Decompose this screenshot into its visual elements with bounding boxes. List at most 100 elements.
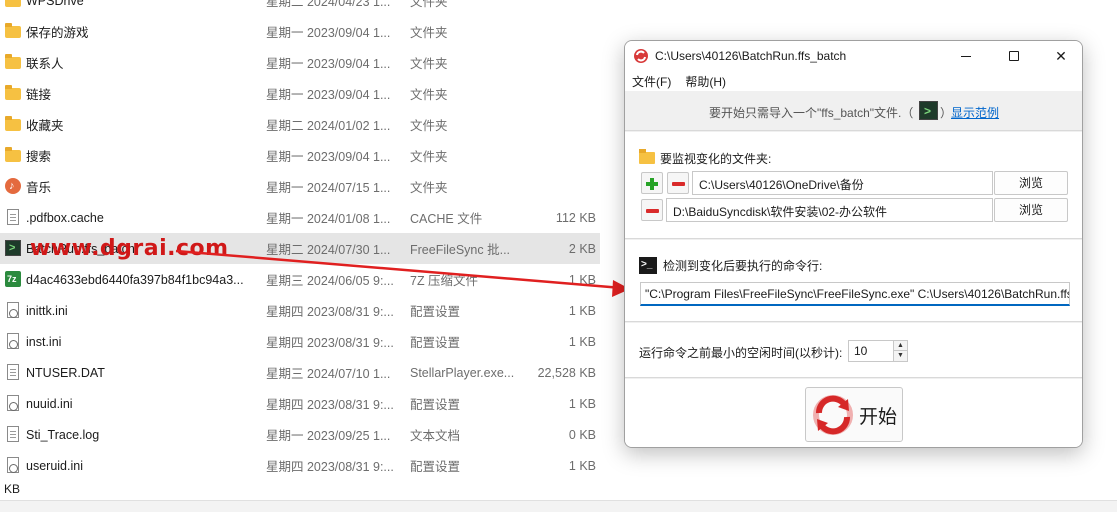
ini-icon <box>7 333 19 349</box>
idle-time-value[interactable]: 10 <box>854 344 867 358</box>
file-row[interactable]: useruid.ini 星期四 2023/08/31 9:... 配置设置 1 KB <box>0 450 600 481</box>
file-row[interactable]: 搜索 星期一 2023/09/04 1... 文件夹 <box>0 140 600 171</box>
file-size: 2 KB <box>568 241 596 256</box>
file-date: 星期二 2024/04/23 1... <box>266 0 391 9</box>
file-date: 星期一 2023/09/04 1... <box>266 88 391 102</box>
file-row[interactable]: inst.ini 星期四 2023/08/31 9:... 配置设置 1 KB <box>0 326 600 357</box>
file-type: 7Z 压缩文件 <box>410 274 479 288</box>
file-name: 链接 <box>26 88 52 102</box>
file-name: d4ac4633ebd6440fa397b84f1bc94a3... <box>26 272 244 287</box>
menu-bar: 文件(F) 帮助(H) <box>625 71 1082 91</box>
browse-button-1[interactable]: 浏览 <box>994 171 1068 195</box>
command-section: 检测到变化后要执行的命令行: "C:\Program Files\FreeFil… <box>625 240 1082 322</box>
status-bar: KB <box>4 482 21 496</box>
idle-section: 运行命令之前最小的空闲时间(以秒计): 10 ▲ ▼ <box>625 323 1082 378</box>
file-type: 文件夹 <box>410 150 448 164</box>
ini-icon <box>7 395 19 411</box>
add-folder-button[interactable] <box>641 172 663 194</box>
doc-icon <box>7 209 19 225</box>
file-row[interactable]: .pdfbox.cache 星期一 2024/01/08 1... CACHE 文件… <box>0 202 600 233</box>
terminal-icon <box>639 257 657 274</box>
start-section: 开始 <box>625 379 1082 447</box>
idle-time-label: 运行命令之前最小的空闲时间(以秒计): <box>639 346 843 360</box>
file-name: Sti_Trace.log <box>26 427 100 442</box>
file-name: nuuid.ini <box>26 396 73 411</box>
spin-up-icon[interactable]: ▲ <box>893 341 907 351</box>
doc-icon <box>7 426 19 442</box>
realtimesync-dialog: C:\Users\40126\BatchRun.ffs_batch ✕ 文件(F… <box>624 40 1083 448</box>
file-date: 星期三 2024/06/05 9:... <box>266 274 394 288</box>
menu-help[interactable]: 帮助(H) <box>678 71 733 91</box>
folder-icon <box>639 149 655 164</box>
file-type: FreeFileSync 批... <box>410 243 511 257</box>
file-row[interactable]: inittk.ini 星期四 2023/08/31 9:... 配置设置 1 KB <box>0 295 600 326</box>
file-date: 星期二 2024/01/02 1... <box>266 119 391 133</box>
file-date: 星期四 2023/08/31 9:... <box>266 305 394 319</box>
folder-path-input-1[interactable]: C:\Users\40126\OneDrive\备份 <box>692 171 993 195</box>
file-name: 搜索 <box>26 150 52 164</box>
file-date: 星期四 2023/08/31 9:... <box>266 460 394 474</box>
file-name: inst.ini <box>26 334 62 349</box>
batch-file-icon <box>919 101 938 120</box>
browse-button-2[interactable]: 浏览 <box>994 198 1068 222</box>
ini-icon <box>7 302 19 318</box>
file-date: 星期一 2024/01/08 1... <box>266 212 391 226</box>
file-name: NTUSER.DAT <box>26 365 105 380</box>
folder-icon <box>5 54 21 69</box>
file-row[interactable]: nuuid.ini 星期四 2023/08/31 9:... 配置设置 1 KB <box>0 388 600 419</box>
file-row[interactable]: 音乐 星期一 2024/07/15 1... 文件夹 <box>0 171 600 202</box>
idle-time-spinner[interactable]: 10 ▲ ▼ <box>848 340 908 362</box>
file-date: 星期一 2023/09/25 1... <box>266 429 391 443</box>
file-row[interactable]: d4ac4633ebd6440fa397b84f1bc94a3... 星期三 20… <box>0 264 600 295</box>
music-icon <box>5 178 21 194</box>
spin-down-icon[interactable]: ▼ <box>893 351 907 361</box>
file-date: 星期四 2023/08/31 9:... <box>266 398 394 412</box>
maximize-button[interactable] <box>991 41 1037 71</box>
title-bar: C:\Users\40126\BatchRun.ffs_batch ✕ <box>625 41 1082 71</box>
command-label: 检测到变化后要执行的命令行: <box>639 257 822 274</box>
file-date: 星期三 2024/07/10 1... <box>266 367 391 381</box>
bottom-border <box>0 500 1117 512</box>
command-input[interactable]: "C:\Program Files\FreeFileSync\FreeFileS… <box>640 282 1070 306</box>
file-name: inittk.ini <box>26 303 68 318</box>
ini-icon <box>7 457 19 473</box>
menu-file[interactable]: 文件(F) <box>625 71 678 91</box>
folder-path-input-2[interactable]: D:\BaiduSyncdisk\软件安装\02-办公软件 <box>666 198 993 222</box>
file-row[interactable]: 收藏夹 星期二 2024/01/02 1... 文件夹 <box>0 109 600 140</box>
file-row[interactable]: WPSDrive 星期二 2024/04/23 1... 文件夹 <box>0 0 600 16</box>
file-size: 1 KB <box>568 334 596 349</box>
file-type: 配置设置 <box>410 305 461 319</box>
file-row[interactable]: 保存的游戏 星期一 2023/09/04 1... 文件夹 <box>0 16 600 47</box>
file-name: 联系人 <box>26 57 64 71</box>
file-row[interactable]: 联系人 星期一 2023/09/04 1... 文件夹 <box>0 47 600 78</box>
remove-folder-button-2[interactable] <box>641 199 663 221</box>
file-type: 文本文档 <box>410 429 461 443</box>
show-example-link[interactable]: 显示范例 <box>951 104 999 121</box>
file-size: 22,528 KB <box>537 365 596 380</box>
file-name: 收藏夹 <box>26 119 64 133</box>
file-type: 文件夹 <box>410 181 448 195</box>
file-row[interactable]: Sti_Trace.log 星期一 2023/09/25 1... 文本文档 0 KB <box>0 419 600 450</box>
command-label-text: 检测到变化后要执行的命令行: <box>663 259 823 273</box>
remove-folder-button[interactable] <box>667 172 689 194</box>
file-type: 配置设置 <box>410 460 461 474</box>
file-size: 112 KB <box>555 210 596 225</box>
watermark: www.dgrai.com <box>30 236 229 261</box>
doc-icon <box>7 364 19 380</box>
file-type: CACHE 文件 <box>410 212 483 226</box>
minimize-button[interactable] <box>943 41 989 71</box>
file-type: StellarPlayer.exe... <box>410 365 515 380</box>
close-button[interactable]: ✕ <box>1038 41 1082 71</box>
minimize-icon <box>961 55 971 57</box>
start-button[interactable]: 开始 <box>805 387 903 442</box>
info-area: 要开始只需导入一个"ffs_batch"文件.（ ） 显示范例 <box>625 91 1082 131</box>
file-name: 音乐 <box>26 181 52 195</box>
file-name: useruid.ini <box>26 458 83 473</box>
file-type: 文件夹 <box>410 57 448 71</box>
file-type: 文件夹 <box>410 88 448 102</box>
file-size: 1 KB <box>568 272 596 287</box>
file-row[interactable]: NTUSER.DAT 星期三 2024/07/10 1... StellarPlay… <box>0 357 600 388</box>
file-row[interactable]: 链接 星期一 2023/09/04 1... 文件夹 <box>0 78 600 109</box>
file-date: 星期一 2023/09/04 1... <box>266 57 391 71</box>
file-type: 文件夹 <box>410 0 448 9</box>
